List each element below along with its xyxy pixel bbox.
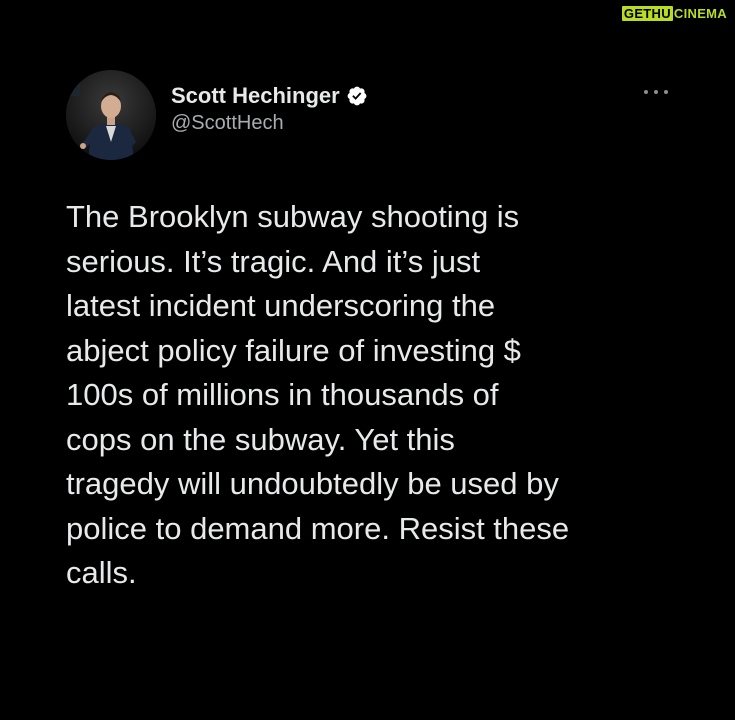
tweet-text-line: serious. It’s tragic. And it’s just bbox=[66, 243, 481, 279]
display-name-row: Scott Hechinger bbox=[171, 82, 368, 110]
display-name[interactable]: Scott Hechinger bbox=[171, 83, 340, 109]
watermark-right: CINEMA bbox=[673, 6, 727, 21]
tweet-header: Scott Hechinger @ScottHech bbox=[66, 70, 686, 160]
avatar-photo-icon bbox=[66, 70, 156, 160]
tweet-text-line: police to demand more. Resist these bbox=[66, 510, 570, 546]
tweet-text-line: tragedy will undoubtedly be used by bbox=[66, 466, 559, 501]
tweet-text-line: 100s of millions in thousands of bbox=[66, 377, 499, 412]
tweet-text-line: calls. bbox=[66, 555, 137, 590]
tweet-text-line: latest incident underscoring the bbox=[66, 288, 496, 323]
author-names: Scott Hechinger @ScottHech bbox=[171, 82, 368, 135]
more-dot bbox=[664, 90, 668, 94]
tweet-text-line: The Brooklyn subway shooting is bbox=[66, 199, 520, 234]
more-dot bbox=[654, 90, 658, 94]
author-handle[interactable]: @ScottHech bbox=[171, 112, 368, 135]
more-options-icon[interactable] bbox=[644, 87, 668, 97]
tweet-text: The Brooklyn subway shooting is serious.… bbox=[66, 195, 696, 596]
watermark: GETHU CINEMA bbox=[621, 6, 727, 21]
watermark-left: GETHU bbox=[621, 6, 673, 21]
more-dot bbox=[644, 90, 648, 94]
avatar[interactable] bbox=[66, 70, 156, 160]
tweet-text-line: cops on the subway. Yet this bbox=[66, 421, 455, 457]
verified-badge-icon bbox=[347, 86, 367, 106]
tweet-text-line: abject policy failure of investing $ bbox=[66, 332, 521, 368]
tweet-card: Scott Hechinger @ScottHech The Brooklyn … bbox=[66, 70, 686, 590]
